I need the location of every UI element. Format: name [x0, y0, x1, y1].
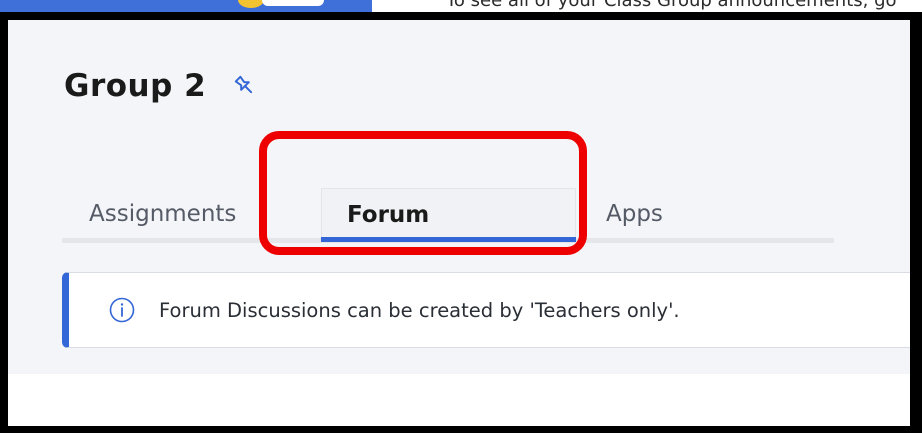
tab-assignments[interactable]: Assignments: [89, 188, 236, 240]
notice-text: Forum Discussions can be created by 'Tea…: [159, 298, 680, 322]
clipped-announcement-text: To see all of your Class Group announcem…: [446, 0, 897, 11]
screen: To see all of your Class Group announcem…: [0, 0, 922, 433]
frame-left: [0, 12, 8, 433]
page-bottom-area: [8, 374, 910, 426]
info-icon: [109, 297, 135, 323]
frame-bottom: [0, 426, 922, 433]
title-row: Group 2: [64, 68, 258, 104]
tab-bar: Assignments Forum Apps: [62, 188, 834, 244]
tab-forum[interactable]: Forum: [321, 188, 576, 240]
page-title: Group 2: [64, 68, 207, 104]
tab-apps[interactable]: Apps: [606, 188, 663, 240]
info-notice: Forum Discussions can be created by 'Tea…: [62, 272, 910, 348]
top-clipped-strip: To see all of your Class Group announcem…: [0, 0, 922, 12]
group-page: Group 2 Assignments Forum Apps Forum Dis…: [8, 20, 910, 426]
top-white-pill: [262, 0, 324, 6]
frame-top: [0, 12, 922, 20]
frame-right: [910, 12, 922, 433]
active-tab-indicator: [321, 237, 576, 242]
pin-icon[interactable]: [232, 73, 258, 99]
